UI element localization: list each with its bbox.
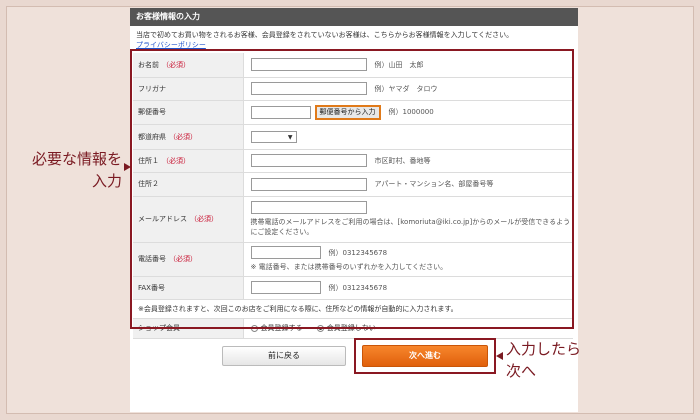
name-input[interactable] [250, 58, 367, 72]
furigana-input[interactable] [250, 82, 367, 95]
field-cell: アパート・マンション名、部屋番号等 [243, 172, 573, 197]
membership-label: ショップ会員 [138, 324, 180, 332]
annotation-right-line2: 次へ [506, 362, 537, 380]
furigana-label: フリガナ [138, 84, 166, 93]
phone-sub-hint: ※ 電話番号、または携帯番号のいずれかを入力してください。 [250, 263, 448, 271]
required-badge: （必須） [169, 255, 197, 263]
radio-register-label: 会員登録する [260, 324, 303, 332]
row-address2: 住所２ アパート・マンション名、部屋番号等 [133, 172, 573, 197]
arrow-right-icon [124, 163, 131, 171]
customer-info-form: お名前 （必須） 例）山田 太郎 フリガナ 例）ヤマダ タロウ 郵便番号 郵便番号… [133, 53, 573, 339]
phone-input[interactable] [250, 246, 321, 259]
field-cell: 例）0312345678 ※ 電話番号、または携帯番号のいずれかを入力してください… [243, 242, 573, 277]
name-label: お名前 [138, 60, 159, 69]
label-cell: メールアドレス （必須） [133, 196, 244, 243]
label-cell: お名前 （必須） [133, 53, 244, 78]
row-email: メールアドレス （必須） 携帯電話のメールアドレスをご利用の場合は、[komori… [133, 196, 573, 243]
field-cell: ▼ [243, 124, 573, 150]
chevron-down-icon: ▼ [287, 133, 293, 141]
radio-no-register[interactable] [316, 324, 324, 332]
field-cell: 携帯電話のメールアドレスをご利用の場合は、[komoriuta@iki.co.j… [243, 196, 573, 243]
email-input[interactable] [250, 201, 367, 214]
address1-label: 住所１ [138, 156, 159, 165]
field-cell: 会員登録する 会員登録しない [243, 318, 573, 339]
label-cell: 電話番号 （必須） [133, 242, 244, 277]
annotation-right-line1: 入力したら [506, 340, 582, 358]
annotation-left-line1: 必要な情報を [31, 150, 122, 168]
furigana-hint: 例）ヤマダ タロウ [374, 84, 438, 93]
row-fax: FAX番号 例）0312345678 [133, 276, 573, 300]
postal-label: 郵便番号 [138, 108, 166, 116]
field-cell: 市区町村、番地等 [243, 149, 573, 173]
field-cell: 例）ヤマダ タロウ [243, 77, 573, 101]
prefecture-select[interactable]: ▼ [250, 130, 297, 143]
phone-label: 電話番号 [138, 255, 166, 263]
required-badge: （必須） [190, 215, 218, 223]
row-phone: 電話番号 （必須） 例）0312345678 ※ 電話番号、または携帯番号のいずれか… [133, 242, 573, 277]
field-cell: 例）山田 太郎 [243, 53, 573, 78]
row-name: お名前 （必須） 例）山田 太郎 [133, 53, 573, 78]
field-cell: 郵便番号から入力 例）1000000 [243, 100, 573, 125]
address2-hint: アパート・マンション名、部屋番号等 [374, 180, 494, 188]
field-cell: 例）0312345678 [243, 276, 573, 300]
fax-input[interactable] [250, 281, 321, 294]
phone-hint: 例）0312345678 [328, 248, 388, 257]
address1-hint: 市区町村、番地等 [374, 156, 431, 165]
required-badge: （必須） [162, 60, 190, 69]
arrow-left-icon [496, 352, 503, 360]
address1-input[interactable] [250, 154, 367, 167]
label-cell: 住所１ （必須） [133, 149, 244, 173]
label-cell: フリガナ [133, 77, 244, 101]
label-cell: FAX番号 [133, 276, 244, 300]
row-membership: ショップ会員 会員登録する 会員登録しない [133, 318, 573, 339]
back-button[interactable]: 前に戻る [222, 346, 346, 366]
annotation-left: 必要な情報を 入力 [10, 148, 122, 192]
radio-register[interactable] [250, 324, 258, 332]
radio-no-register-label: 会員登録しない [326, 324, 376, 332]
label-cell: 郵便番号 [133, 100, 244, 125]
annotation-right: 入力したら 次へ [506, 338, 616, 382]
label-cell: 都道府県 （必須） [133, 124, 244, 150]
address2-label: 住所２ [138, 180, 159, 188]
email-note: 携帯電話のメールアドレスをご利用の場合は、[komoriuta@iki.co.j… [250, 218, 571, 236]
label-cell: ショップ会員 [133, 318, 244, 339]
fax-hint: 例）0312345678 [328, 283, 388, 292]
name-hint: 例）山田 太郎 [374, 60, 424, 69]
prefecture-label: 都道府県 [138, 132, 166, 141]
row-furigana: フリガナ 例）ヤマダ タロウ [133, 77, 573, 101]
row-postal: 郵便番号 郵便番号から入力 例）1000000 [133, 100, 573, 125]
annotation-left-line2: 入力 [91, 172, 122, 190]
intro-message: 当店で初めてお買い物をされるお客様、会員登録をされていないお客様は、こちらからお… [136, 31, 514, 39]
row-address1: 住所１ （必須） 市区町村、番地等 [133, 149, 573, 173]
postal-input[interactable] [250, 105, 311, 119]
address2-input[interactable] [250, 177, 367, 191]
panel-title: お客様情報の入力 [130, 8, 578, 26]
next-button[interactable]: 次へ進む [362, 345, 488, 367]
required-badge: （必須） [169, 132, 197, 141]
label-cell: 住所２ [133, 172, 244, 197]
email-label: メールアドレス [138, 215, 187, 223]
fax-label: FAX番号 [138, 283, 165, 292]
postal-lookup-button[interactable]: 郵便番号から入力 [314, 104, 381, 120]
intro-text: 当店で初めてお買い物をされるお客様、会員登録をされていないお客様は、こちらからお… [136, 30, 566, 50]
member-notice: ※会員登録されますと、次回このお店をご利用になる際に、住所などの情報が自動的に入… [133, 299, 573, 319]
privacy-policy-link[interactable]: プライバシーポリシー [136, 40, 566, 50]
postal-hint: 例）1000000 [388, 108, 434, 116]
row-member-notice: ※会員登録されますと、次回このお店をご利用になる際に、住所などの情報が自動的に入… [133, 299, 573, 319]
row-prefecture: 都道府県 （必須） ▼ [133, 124, 573, 150]
required-badge: （必須） [162, 156, 190, 165]
